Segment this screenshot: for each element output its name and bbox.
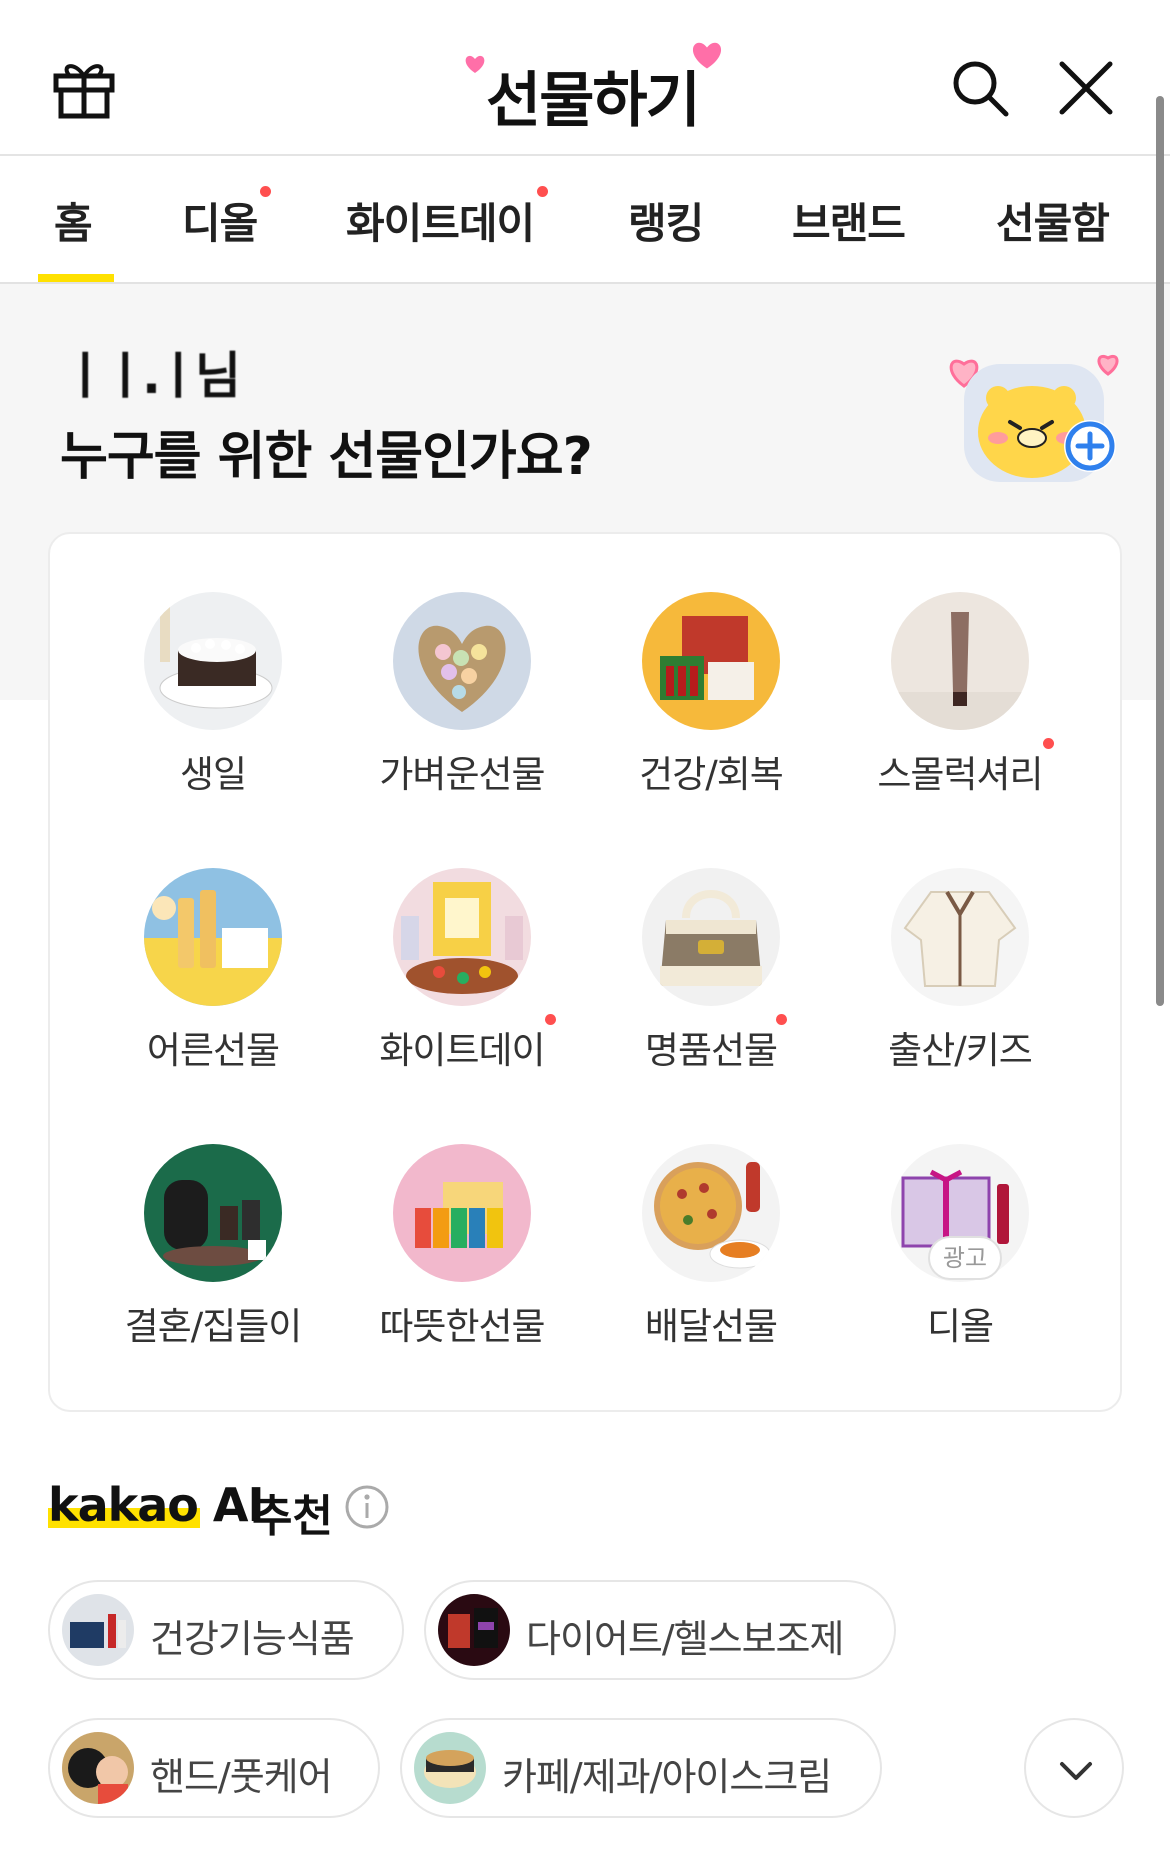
- category-kids[interactable]: 출산/키즈: [835, 868, 1085, 1098]
- category-elders[interactable]: 어른선물: [88, 868, 338, 1098]
- category-birthday[interactable]: 생일: [88, 592, 338, 822]
- tab-label: 홈: [54, 199, 93, 248]
- baby-jacket-thumbnail: [891, 868, 1029, 1006]
- ad-badge: 광고: [928, 1236, 1002, 1280]
- ai-chip-cafe-bakery[interactable]: 카페/제과/아이스크림: [400, 1718, 882, 1818]
- category-whiteday[interactable]: 화이트데이: [337, 868, 587, 1098]
- bakery-thumbnail: [414, 1732, 486, 1804]
- supplement-thumbnail: [62, 1594, 134, 1666]
- category-label: 가벼운선물: [379, 753, 545, 796]
- chip-label: 다이어트/헬스보조제: [526, 1617, 844, 1661]
- chevron-down-icon: [1060, 1762, 1092, 1780]
- tab-ranking[interactable]: 랭킹: [628, 190, 704, 251]
- ai-title: 추천: [252, 1491, 333, 1542]
- new-dot: [260, 186, 272, 197]
- tab-brand[interactable]: 브랜드: [792, 190, 906, 251]
- category-label: 화이트데이: [379, 1029, 545, 1072]
- info-icon[interactable]: [344, 1484, 390, 1530]
- tab-giftbox[interactable]: 선물함: [996, 190, 1110, 251]
- close-icon[interactable]: [1058, 60, 1114, 116]
- category-label: 출산/키즈: [888, 1029, 1033, 1072]
- new-dot: [776, 1014, 787, 1025]
- cosmetics-set-thumbnail: [144, 868, 282, 1006]
- tea-set-thumbnail: [393, 1144, 531, 1282]
- chip-label: 카페/제과/아이스크림: [502, 1755, 832, 1799]
- category-label: 명품선물: [644, 1029, 778, 1072]
- handbag-thumbnail: [642, 868, 780, 1006]
- tab-label: 화이트데이: [346, 199, 535, 248]
- hero-question: 누구를 위한 선물인가요?: [60, 427, 593, 487]
- expand-button[interactable]: [1024, 1718, 1124, 1818]
- category-light-gift[interactable]: 가벼운선물: [337, 592, 587, 822]
- new-dot: [1043, 738, 1054, 749]
- gift-icon[interactable]: [52, 56, 116, 120]
- ai-chip-health-supplements[interactable]: 건강기능식품: [48, 1580, 404, 1680]
- category-label: 어른선물: [146, 1029, 280, 1072]
- diet-supplement-thumbnail: [438, 1594, 510, 1666]
- category-delivery[interactable]: 배달선물: [586, 1144, 836, 1374]
- birthday-cake-thumbnail: [144, 592, 282, 730]
- category-tabs: 홈 디올 화이트데이 랭킹 브랜드 선물함: [0, 156, 1170, 284]
- category-label: 건강/회복: [639, 753, 784, 796]
- category-label: 스몰럭셔리: [877, 753, 1043, 796]
- heart-icon: [692, 42, 722, 69]
- search-icon[interactable]: [950, 58, 1010, 118]
- category-wedding[interactable]: 결혼/집들이: [88, 1144, 338, 1374]
- ai-brand: kakao AI: [48, 1478, 265, 1532]
- friend-add-icon: [949, 355, 1119, 482]
- category-label: 디올: [926, 1305, 994, 1348]
- app-title: 선물하기: [486, 66, 701, 136]
- heart-icon: [465, 55, 485, 73]
- ai-chip-diet-health[interactable]: 다이어트/헬스보조제: [424, 1580, 896, 1680]
- category-warm-gift[interactable]: 따뜻한선물: [337, 1144, 587, 1374]
- app-logo: 선물하기: [450, 40, 730, 136]
- candy-box-thumbnail: [393, 868, 531, 1006]
- category-luxury[interactable]: 명품선물: [586, 868, 836, 1098]
- tab-whiteday[interactable]: 화이트데이: [346, 186, 549, 251]
- tab-dior[interactable]: 디올: [182, 186, 272, 251]
- hand-care-thumbnail: [62, 1732, 134, 1804]
- tab-label: 선물함: [996, 199, 1110, 248]
- user-name: ㅣㅣ.ㅣ님: [62, 347, 241, 405]
- new-dot: [545, 1014, 556, 1025]
- pizza-thumbnail: [642, 1144, 780, 1282]
- ai-chip-hand-foot-care[interactable]: 핸드/풋케어: [48, 1718, 380, 1818]
- category-label: 배달선물: [644, 1305, 778, 1348]
- category-health[interactable]: 건강/회복: [586, 592, 836, 822]
- category-label: 따뜻한선물: [379, 1305, 545, 1348]
- tab-label: 랭킹: [628, 199, 704, 248]
- chip-label: 핸드/풋케어: [150, 1755, 333, 1799]
- top-bar: 선물하기: [0, 0, 1170, 156]
- tab-label: 디올: [182, 199, 258, 248]
- health-gift-thumbnail: [642, 592, 780, 730]
- hand-cream-thumbnail: [891, 592, 1029, 730]
- chip-label: 건강기능식품: [150, 1617, 355, 1661]
- category-label: 결혼/집들이: [124, 1305, 303, 1348]
- tab-home[interactable]: 홈: [54, 190, 93, 251]
- category-label: 생일: [179, 753, 247, 796]
- tab-label: 브랜드: [792, 199, 906, 248]
- scrollbar[interactable]: [1156, 96, 1164, 1006]
- new-dot: [537, 186, 549, 197]
- coffee-machine-thumbnail: [144, 1144, 282, 1282]
- active-tab-indicator: [38, 274, 114, 282]
- macaron-thumbnail: [393, 592, 531, 730]
- category-small-luxury[interactable]: 스몰럭셔리: [835, 592, 1085, 822]
- add-friend-avatar[interactable]: [940, 314, 1140, 484]
